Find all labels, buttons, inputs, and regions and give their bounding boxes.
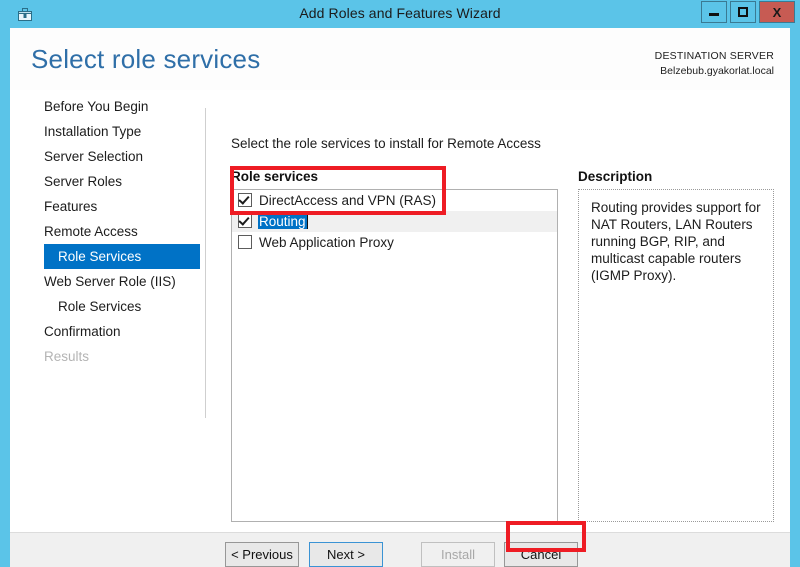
list-item[interactable]: DirectAccess and VPN (RAS)	[232, 190, 557, 211]
description-text: Routing provides support for NAT Routers…	[591, 200, 761, 283]
description-panel: Routing provides support for NAT Routers…	[578, 189, 774, 522]
sidebar-item-before-you-begin[interactable]: Before You Begin	[10, 94, 200, 119]
list-item-label: Routing	[258, 214, 308, 229]
window-client-area: Select role services DESTINATION SERVER …	[10, 28, 790, 567]
description-heading: Description	[578, 169, 653, 184]
window-title: Add Roles and Features Wizard	[299, 5, 501, 21]
window-controls: X	[701, 1, 795, 23]
maximize-icon	[738, 7, 748, 17]
wizard-step-nav: Before You Begin Installation Type Serve…	[10, 90, 205, 532]
sidebar-item-features[interactable]: Features	[10, 194, 200, 219]
previous-button-label: < Previous	[231, 547, 293, 562]
list-item-label: Web Application Proxy	[259, 235, 394, 250]
sidebar-item-installation-type[interactable]: Installation Type	[10, 119, 200, 144]
title-bar: Add Roles and Features Wizard X	[0, 0, 800, 28]
page-title: Select role services	[31, 44, 261, 74]
minimize-button[interactable]	[701, 1, 727, 23]
content-area: Select the role services to install for …	[215, 90, 790, 532]
role-services-heading: Role services	[231, 169, 319, 184]
sidebar-item-role-services-remote-access[interactable]: Role Services	[44, 244, 200, 269]
install-button: Install	[421, 542, 495, 567]
minimize-icon	[709, 13, 719, 16]
sidebar-item-role-services-iis[interactable]: Role Services	[10, 294, 200, 319]
list-item-label: DirectAccess and VPN (RAS)	[259, 193, 437, 208]
sidebar-item-confirmation[interactable]: Confirmation	[10, 319, 200, 344]
checkbox-checked-icon[interactable]	[238, 193, 252, 207]
previous-button[interactable]: < Previous	[225, 542, 299, 567]
role-services-listbox[interactable]: DirectAccess and VPN (RAS) Routing Web A…	[231, 189, 558, 522]
list-item[interactable]: Routing	[232, 211, 557, 232]
sidebar-item-server-roles[interactable]: Server Roles	[10, 169, 200, 194]
wizard-window: Add Roles and Features Wizard X Select r…	[0, 0, 800, 567]
wizard-footer: < Previous Next > Install Cancel	[10, 532, 790, 567]
next-button[interactable]: Next >	[309, 542, 383, 567]
destination-server-label: DESTINATION SERVER	[654, 50, 774, 62]
page-header: Select role services DESTINATION SERVER …	[10, 28, 790, 90]
sidebar-item-server-selection[interactable]: Server Selection	[10, 144, 200, 169]
sidebar-item-remote-access[interactable]: Remote Access	[10, 219, 200, 244]
checkbox-unchecked-icon[interactable]	[238, 235, 252, 249]
cancel-button-label: Cancel	[520, 547, 562, 562]
sidebar-item-web-server-role-iis[interactable]: Web Server Role (IIS)	[10, 269, 200, 294]
sidebar-item-results: Results	[44, 349, 90, 364]
install-button-label: Install	[441, 547, 475, 562]
nav-content-divider	[205, 108, 206, 418]
next-button-label: Next >	[327, 547, 365, 562]
list-item[interactable]: Web Application Proxy	[232, 232, 557, 253]
content-instruction: Select the role services to install for …	[231, 136, 541, 151]
destination-server-name: Belzebub.gyakorlat.local	[660, 65, 774, 77]
checkbox-checked-icon[interactable]	[238, 214, 252, 228]
cancel-button[interactable]: Cancel	[504, 542, 578, 567]
maximize-button[interactable]	[730, 1, 756, 23]
close-button[interactable]: X	[759, 1, 795, 23]
